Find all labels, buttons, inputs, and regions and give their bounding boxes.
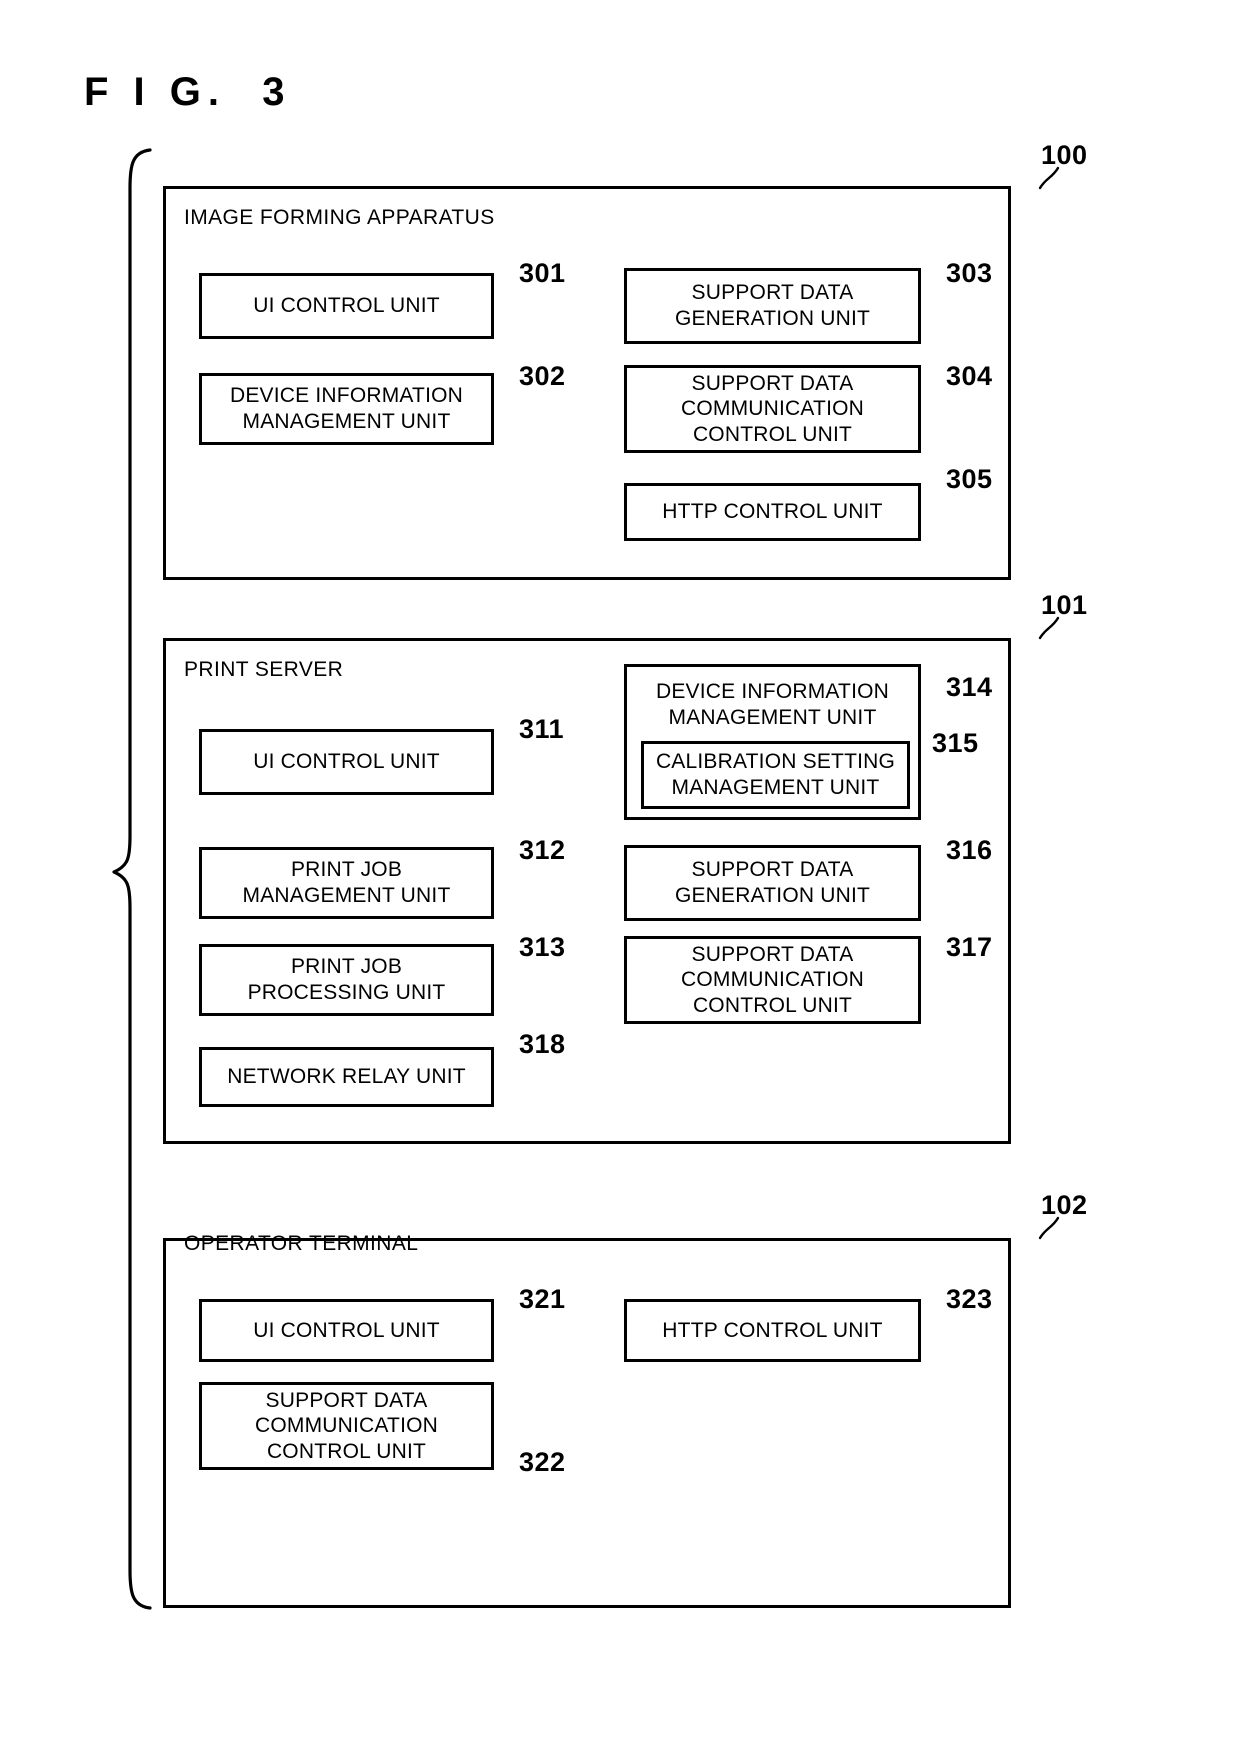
unit-print-job-management-unit-312[interactable]: PRINT JOB MANAGEMENT UNIT — [199, 847, 494, 919]
ref-322: 322 — [519, 1447, 566, 1477]
ref-301: 301 — [519, 258, 566, 288]
leader-100 — [1038, 166, 1060, 190]
unit-ui-control-unit-311[interactable]: UI CONTROL UNIT — [199, 729, 494, 795]
unit-support-data-communication-control-unit-304[interactable]: SUPPORT DATA COMMUNICATION CONTROL UNIT — [624, 365, 921, 453]
unit-ui-control-unit-301[interactable]: UI CONTROL UNIT — [199, 273, 494, 339]
ref-321: 321 — [519, 1284, 566, 1314]
ref-314: 314 — [946, 672, 993, 702]
ref-311: 311 — [519, 714, 565, 744]
ref-317: 317 — [946, 932, 993, 962]
ref-313: 313 — [519, 932, 566, 962]
unit-device-information-management-unit-314[interactable]: DEVICE INFORMATION MANAGEMENT UNIT CALIB… — [624, 664, 921, 820]
unit-print-job-processing-unit-313[interactable]: PRINT JOB PROCESSING UNIT — [199, 944, 494, 1016]
group-title-image-forming-apparatus: IMAGE FORMING APPARATUS — [184, 206, 495, 229]
ref-304: 304 — [946, 361, 993, 391]
unit-label-314: DEVICE INFORMATION MANAGEMENT UNIT — [655, 680, 890, 729]
leader-102 — [1038, 1216, 1060, 1240]
unit-calibration-setting-management-unit-315[interactable]: CALIBRATION SETTING MANAGEMENT UNIT — [641, 741, 910, 809]
unit-http-control-unit-323[interactable]: HTTP CONTROL UNIT — [624, 1299, 921, 1362]
figure-left-brace — [112, 148, 152, 1610]
ref-315: 315 — [932, 728, 979, 758]
ref-312: 312 — [519, 835, 566, 865]
group-title-print-server: PRINT SERVER — [184, 658, 344, 681]
ref-101: 101 — [1041, 590, 1088, 620]
ref-318: 318 — [519, 1029, 566, 1059]
unit-network-relay-unit-318[interactable]: NETWORK RELAY UNIT — [199, 1047, 494, 1107]
group-title-operator-terminal: OPERATOR TERMINAL — [184, 1232, 419, 1255]
unit-http-control-unit-305[interactable]: HTTP CONTROL UNIT — [624, 483, 921, 541]
unit-support-data-generation-unit-303[interactable]: SUPPORT DATA GENERATION UNIT — [624, 268, 921, 344]
ref-303: 303 — [946, 258, 993, 288]
unit-support-data-generation-unit-316[interactable]: SUPPORT DATA GENERATION UNIT — [624, 845, 921, 921]
ref-323: 323 — [946, 1284, 993, 1314]
unit-support-data-communication-control-unit-322[interactable]: SUPPORT DATA COMMUNICATION CONTROL UNIT — [199, 1382, 494, 1470]
leader-101 — [1038, 616, 1060, 640]
unit-support-data-communication-control-unit-317[interactable]: SUPPORT DATA COMMUNICATION CONTROL UNIT — [624, 936, 921, 1024]
ref-102: 102 — [1041, 1190, 1088, 1220]
ref-302: 302 — [519, 361, 566, 391]
figure-title: F I G. 3 — [84, 70, 292, 114]
ref-100: 100 — [1041, 140, 1088, 170]
ref-316: 316 — [946, 835, 993, 865]
unit-device-information-management-unit-302[interactable]: DEVICE INFORMATION MANAGEMENT UNIT — [199, 373, 494, 445]
ref-305: 305 — [946, 464, 993, 494]
unit-ui-control-unit-321[interactable]: UI CONTROL UNIT — [199, 1299, 494, 1362]
